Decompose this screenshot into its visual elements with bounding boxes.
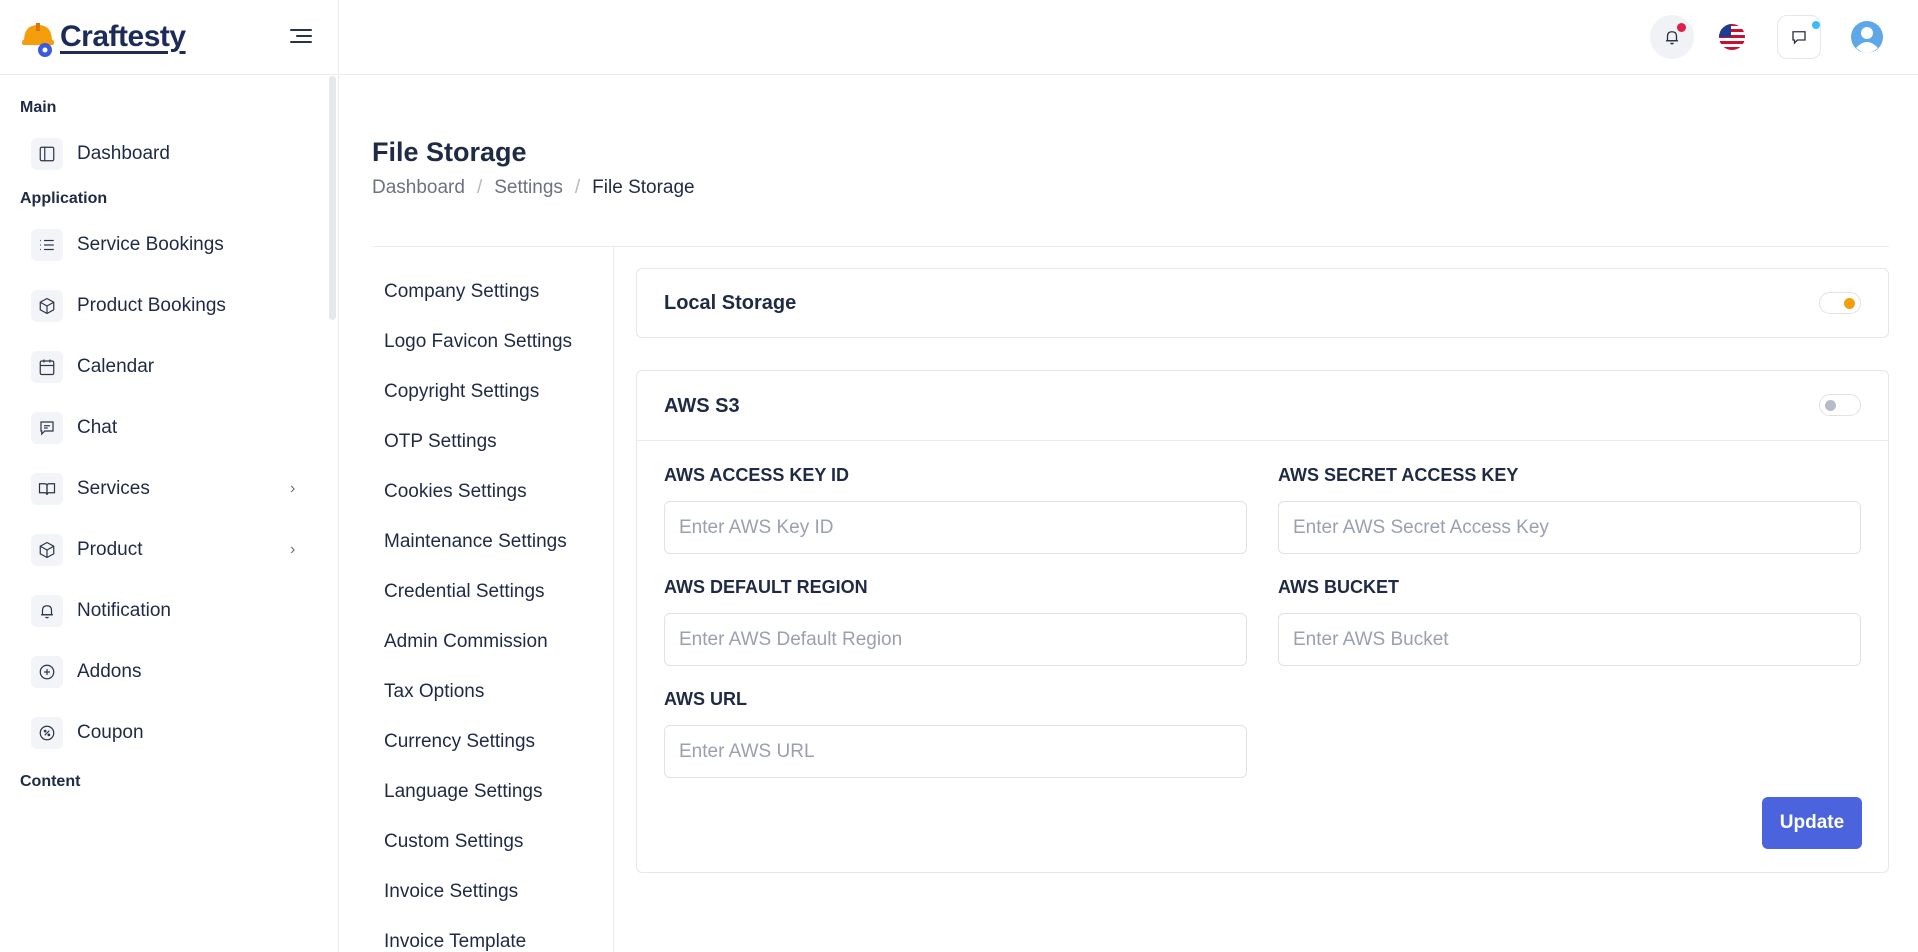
breadcrumb-separator: / xyxy=(476,177,483,198)
settings-menu: Company Settings Logo Favicon Settings C… xyxy=(372,247,614,952)
settings-link-admin-commission[interactable]: Admin Commission xyxy=(384,631,548,653)
aws-secret-key-label: AWS SECRET ACCESS KEY xyxy=(1278,465,1519,485)
sidebar-item-label: Chat xyxy=(77,416,118,438)
sidebar-item-chat[interactable]: Chat xyxy=(0,397,338,458)
aws-secret-key-input[interactable] xyxy=(1278,501,1861,554)
update-button[interactable]: Update xyxy=(1762,797,1862,849)
nav-section-application: Application xyxy=(20,190,108,207)
sidebar-item-calendar[interactable]: Calendar xyxy=(0,336,338,397)
aws-bucket-label: AWS BUCKET xyxy=(1278,577,1399,597)
menu-toggle-icon[interactable] xyxy=(290,29,312,47)
language-selector[interactable] xyxy=(1710,15,1754,59)
message-icon xyxy=(1792,31,1806,45)
book-icon xyxy=(31,472,63,505)
sidebar-item-notification[interactable]: Notification xyxy=(0,580,338,641)
breadcrumb: Dashboard / Settings / File Storage xyxy=(372,177,695,199)
aws-access-key-label: AWS ACCESS KEY ID xyxy=(664,465,850,485)
sidebar-item-label: Dashboard xyxy=(77,142,170,164)
local-storage-card: Local Storage xyxy=(636,268,1889,338)
us-flag-icon xyxy=(1719,24,1745,50)
user-avatar[interactable] xyxy=(1845,15,1889,59)
sidebar-item-label: Product xyxy=(77,538,143,560)
breadcrumb-link-dashboard[interactable]: Dashboard xyxy=(372,177,465,199)
message-badge xyxy=(1812,21,1820,29)
settings-link-language[interactable]: Language Settings xyxy=(384,781,542,803)
breadcrumb-separator: / xyxy=(574,177,581,198)
settings-link-cookies[interactable]: Cookies Settings xyxy=(384,481,527,503)
sidebar-item-label: Coupon xyxy=(77,721,144,743)
settings-link-tax-options[interactable]: Tax Options xyxy=(384,681,484,703)
settings-link-maintenance[interactable]: Maintenance Settings xyxy=(384,531,567,553)
aws-region-input[interactable] xyxy=(664,613,1247,666)
settings-link-company[interactable]: Company Settings xyxy=(384,281,539,303)
topbar xyxy=(340,0,1918,75)
sidebar-item-label: Calendar xyxy=(77,355,155,377)
settings-link-credential[interactable]: Credential Settings xyxy=(384,581,545,603)
calendar-icon xyxy=(31,350,63,383)
chevron-right-icon[interactable]: › xyxy=(290,480,295,498)
sidebar-item-label: Product Bookings xyxy=(77,294,226,316)
sidebar-item-service-bookings[interactable]: Service Bookings xyxy=(0,214,338,275)
aws-url-input[interactable] xyxy=(664,725,1247,778)
logo-bar: Craftesty xyxy=(0,0,338,75)
nav-section-content: Content xyxy=(20,773,81,790)
settings-link-logo-favicon[interactable]: Logo Favicon Settings xyxy=(384,331,572,353)
notification-button[interactable] xyxy=(1650,15,1694,59)
aws-region-label: AWS DEFAULT REGION xyxy=(664,577,868,597)
logo-icon[interactable] xyxy=(20,19,56,57)
toggle-knob xyxy=(1844,298,1855,309)
messages-button[interactable] xyxy=(1777,15,1821,59)
settings-link-invoice[interactable]: Invoice Settings xyxy=(384,881,518,903)
layout-icon xyxy=(31,137,63,170)
box-icon xyxy=(31,289,63,322)
sidebar-item-coupon[interactable]: Coupon xyxy=(0,702,338,763)
list-icon xyxy=(31,228,63,261)
card-divider xyxy=(637,440,1888,441)
breadcrumb-current: File Storage xyxy=(592,177,695,198)
settings-link-invoice-template[interactable]: Invoice Template xyxy=(384,931,526,952)
aws-s3-title: AWS S3 xyxy=(664,395,740,417)
settings-link-copyright[interactable]: Copyright Settings xyxy=(384,381,539,403)
percent-icon xyxy=(31,716,63,749)
aws-bucket-input[interactable] xyxy=(1278,613,1861,666)
aws-s3-card: AWS S3 AWS ACCESS KEY ID AWS SECRET ACCE… xyxy=(636,370,1889,873)
settings-link-otp[interactable]: OTP Settings xyxy=(384,431,497,453)
local-storage-title: Local Storage xyxy=(664,292,797,314)
box-icon xyxy=(31,533,63,566)
sidebar-item-dashboard[interactable]: Dashboard xyxy=(0,123,338,184)
settings-link-currency[interactable]: Currency Settings xyxy=(384,731,535,753)
sidebar-item-product[interactable]: Product › xyxy=(0,519,338,580)
sidebar-item-services[interactable]: Services › xyxy=(0,458,338,519)
chevron-right-icon[interactable]: › xyxy=(290,541,295,559)
bell-icon xyxy=(31,594,63,627)
sidebar-item-product-bookings[interactable]: Product Bookings xyxy=(0,275,338,336)
sidebar-item-label: Service Bookings xyxy=(77,233,224,255)
notification-badge xyxy=(1677,23,1686,32)
toggle-knob xyxy=(1825,400,1836,411)
sidebar: Craftesty Main Dashboard Application Ser… xyxy=(0,0,339,952)
message-icon xyxy=(31,411,63,444)
aws-access-key-input[interactable] xyxy=(664,501,1247,554)
page-title: File Storage xyxy=(372,137,527,167)
avatar-icon xyxy=(1851,21,1883,53)
aws-url-label: AWS URL xyxy=(664,689,747,709)
local-storage-toggle[interactable] xyxy=(1819,292,1861,314)
sidebar-item-addons[interactable]: Addons xyxy=(0,641,338,702)
aws-s3-toggle[interactable] xyxy=(1819,394,1861,416)
sidebar-nav: Main Dashboard Application Service Booki… xyxy=(0,75,338,797)
plus-circle-icon xyxy=(31,655,63,688)
breadcrumb-link-settings[interactable]: Settings xyxy=(494,177,563,199)
brand-name[interactable]: Craftesty xyxy=(60,20,186,54)
settings-link-custom[interactable]: Custom Settings xyxy=(384,831,523,853)
sidebar-item-label: Notification xyxy=(77,599,171,621)
sidebar-item-label: Addons xyxy=(77,660,142,682)
nav-section-main: Main xyxy=(20,99,57,116)
sidebar-item-label: Services xyxy=(77,477,150,499)
